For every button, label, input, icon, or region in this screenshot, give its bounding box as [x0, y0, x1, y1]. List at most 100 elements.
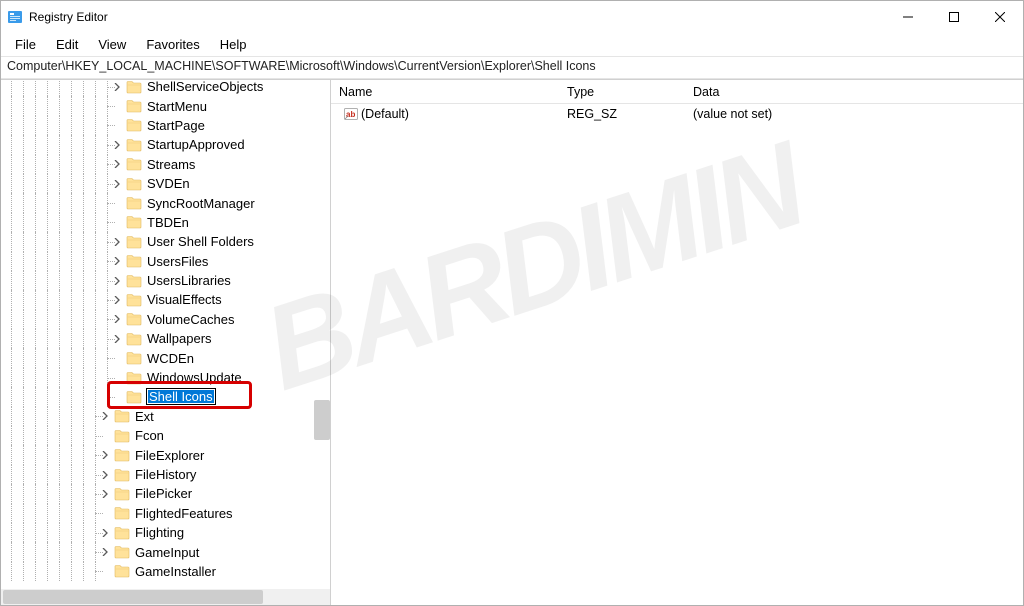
menu-view[interactable]: View	[88, 35, 136, 54]
tree-item[interactable]: WCDEn	[5, 348, 330, 367]
tree-item[interactable]: Streams	[5, 155, 330, 174]
folder-icon	[126, 118, 142, 132]
folder-icon	[114, 409, 130, 423]
menu-edit[interactable]: Edit	[46, 35, 88, 54]
tree-item-label: WindowsUpdate	[146, 370, 243, 385]
tree-item[interactable]: FileHistory	[5, 465, 330, 484]
tree-item[interactable]: Ext	[5, 407, 330, 426]
tree-item-label: User Shell Folders	[146, 234, 255, 249]
folder-icon	[126, 138, 142, 152]
tree-item[interactable]: UsersLibraries	[5, 271, 330, 290]
folder-icon	[114, 468, 130, 482]
folder-icon	[126, 196, 142, 210]
tree-item[interactable]: GameInput	[5, 542, 330, 561]
tree-item[interactable]: Flighting	[5, 523, 330, 542]
maximize-button[interactable]	[931, 1, 977, 33]
tree-item-label: SyncRootManager	[146, 196, 256, 211]
tree-item[interactable]: SyncRootManager	[5, 193, 330, 212]
tree-item[interactable]: ShellServiceObjects	[5, 80, 330, 96]
folder-icon	[114, 506, 130, 520]
values-pane: Name Type Data ab (Default) REG_SZ(value n…	[331, 80, 1023, 605]
tree-item-label: FileHistory	[134, 467, 197, 482]
folder-icon	[114, 545, 130, 559]
tree-item-label[interactable]: Shell Icons	[146, 388, 216, 405]
tree-item[interactable]: GameInstaller	[5, 562, 330, 581]
tree-item-label: GameInstaller	[134, 564, 217, 579]
titlebar: Registry Editor	[1, 1, 1023, 33]
tree-item[interactable]: Shell Icons	[5, 387, 330, 406]
tree-item[interactable]: FileExplorer	[5, 445, 330, 464]
main-split: ShellServiceObjects StartMenu StartPage Sta…	[1, 79, 1023, 605]
string-value-icon: ab	[343, 106, 359, 122]
tree-item-label: VisualEffects	[146, 292, 223, 307]
folder-icon	[114, 487, 130, 501]
registry-editor-window: Registry Editor File Edit View Favorites…	[0, 0, 1024, 606]
tree-item[interactable]: TBDEn	[5, 213, 330, 232]
tree-item-label: Fcon	[134, 428, 165, 443]
folder-icon	[114, 429, 130, 443]
close-button[interactable]	[977, 1, 1023, 33]
folder-icon	[126, 332, 142, 346]
tree-item[interactable]: VolumeCaches	[5, 310, 330, 329]
column-header-data[interactable]: Data	[685, 85, 1023, 99]
folder-icon	[126, 371, 142, 385]
tree-item-label: ShellServiceObjects	[146, 80, 264, 94]
tree-item-label: Wallpapers	[146, 331, 213, 346]
tree-item-label: WCDEn	[146, 351, 195, 366]
column-header-name[interactable]: Name	[331, 85, 559, 99]
tree-item[interactable]: Wallpapers	[5, 329, 330, 348]
tree-item-label: StartPage	[146, 118, 206, 133]
svg-text:ab: ab	[346, 110, 355, 119]
tree-item-label: UsersFiles	[146, 254, 209, 269]
values-list: ab (Default) REG_SZ(value not set)	[331, 104, 1023, 605]
tree-item[interactable]: User Shell Folders	[5, 232, 330, 251]
tree-horizontal-scrollbar-thumb[interactable]	[3, 590, 263, 604]
folder-icon	[126, 312, 142, 326]
tree-item[interactable]: UsersFiles	[5, 252, 330, 271]
values-header: Name Type Data	[331, 80, 1023, 104]
value-row[interactable]: ab (Default) REG_SZ(value not set)	[331, 104, 1023, 124]
tree-item[interactable]: VisualEffects	[5, 290, 330, 309]
menu-help[interactable]: Help	[210, 35, 257, 54]
tree-item[interactable]: StartPage	[5, 116, 330, 135]
tree-item-label: StartMenu	[146, 99, 208, 114]
minimize-button[interactable]	[885, 1, 931, 33]
folder-icon	[114, 564, 130, 578]
folder-icon	[114, 526, 130, 540]
tree-item-label: StartupApproved	[146, 137, 246, 152]
address-bar[interactable]: Computer\HKEY_LOCAL_MACHINE\SOFTWARE\Mic…	[1, 57, 1023, 79]
tree-item-label: Flighting	[134, 525, 185, 540]
tree-item-label: FlightedFeatures	[134, 506, 234, 521]
tree-item[interactable]: StartMenu	[5, 96, 330, 115]
folder-icon	[126, 254, 142, 268]
column-header-type[interactable]: Type	[559, 85, 685, 99]
menubar: File Edit View Favorites Help	[1, 33, 1023, 57]
tree-item[interactable]: Fcon	[5, 426, 330, 445]
tree-item-label: TBDEn	[146, 215, 190, 230]
value-data: (value not set)	[685, 107, 1023, 121]
tree-item-label: SVDEn	[146, 176, 191, 191]
tree-horizontal-scrollbar[interactable]	[1, 589, 330, 605]
tree-item-label: Ext	[134, 409, 155, 424]
tree-item[interactable]: StartupApproved	[5, 135, 330, 154]
app-icon	[7, 9, 23, 25]
tree-item[interactable]: WindowsUpdate	[5, 368, 330, 387]
tree-item[interactable]: FilePicker	[5, 484, 330, 503]
tree-item[interactable]: FlightedFeatures	[5, 504, 330, 523]
tree-vertical-scrollbar[interactable]	[314, 400, 330, 440]
folder-icon	[126, 274, 142, 288]
window-title: Registry Editor	[29, 10, 108, 24]
folder-icon	[126, 293, 142, 307]
tree-pane: ShellServiceObjects StartMenu StartPage Sta…	[1, 80, 331, 605]
tree-item-label: FileExplorer	[134, 448, 205, 463]
folder-icon	[126, 80, 142, 94]
value-type: REG_SZ	[559, 107, 685, 121]
folder-icon	[126, 99, 142, 113]
menu-file[interactable]: File	[5, 35, 46, 54]
folder-icon	[126, 157, 142, 171]
tree-item[interactable]: SVDEn	[5, 174, 330, 193]
folder-icon	[126, 351, 142, 365]
tree-item-label: Streams	[146, 157, 196, 172]
value-name: (Default)	[361, 107, 409, 121]
menu-favorites[interactable]: Favorites	[136, 35, 209, 54]
